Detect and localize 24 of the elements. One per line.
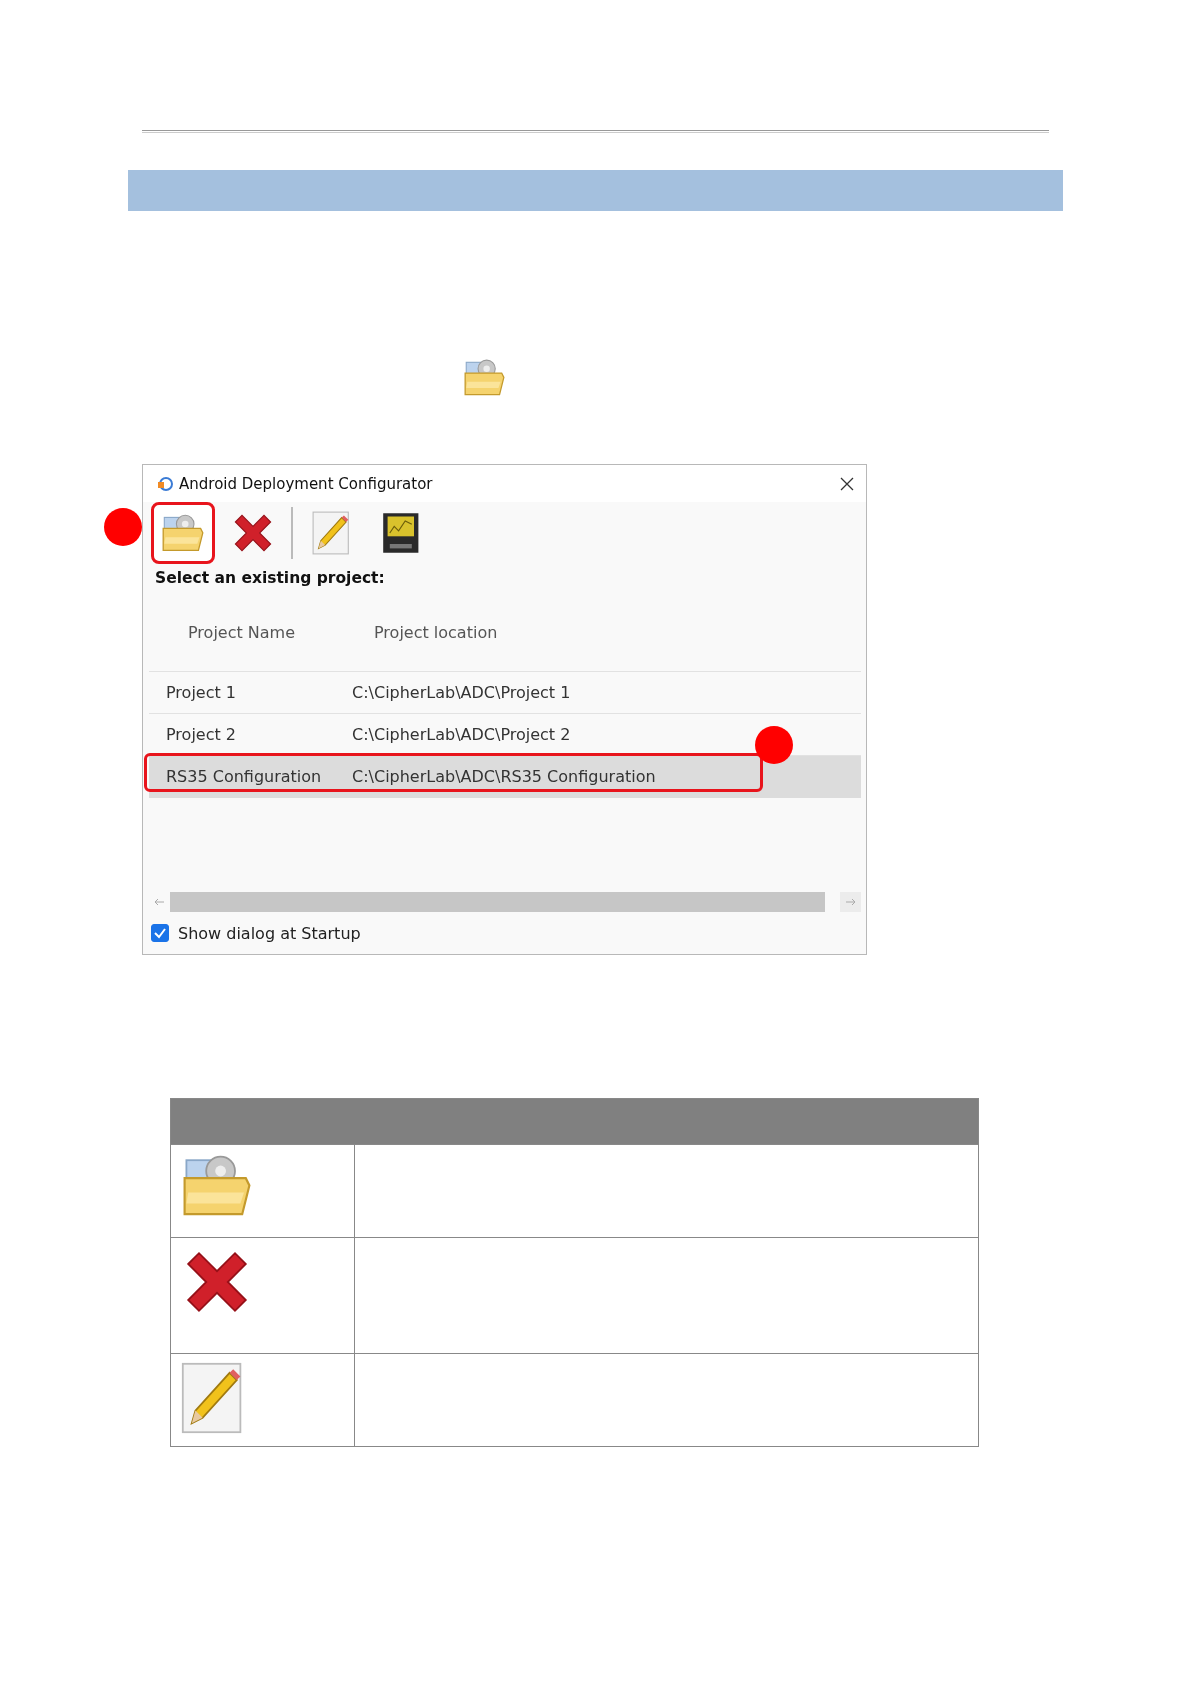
memory-card-icon [381,510,421,555]
project-name: RS35 Configuration [166,767,323,786]
callout-dot [104,507,142,546]
scrollbar-thumb[interactable] [170,892,825,912]
project-row[interactable]: RS35 Configuration C:\CipherLab\ADC\RS35 Configuration [149,756,861,798]
project-name: Project 2 [166,725,237,744]
folder-gear-icon [161,512,205,553]
prompt-label: Select an existing project: [154,568,386,589]
project-location: C:\CipherLab\ADC\Project 1 [352,683,571,702]
app-icon [157,475,173,492]
folder-gear-icon [181,1153,253,1218]
window-title: Android Deployment Configurator [179,474,434,493]
project-location: C:\CipherLab\ADC\RS35 Configuration [352,767,656,786]
project-name: Project 1 [166,683,237,702]
checkbox-label: Show dialog at Startup [178,923,361,943]
checkbox[interactable] [151,924,169,942]
pencil-paper-icon [312,510,350,555]
project-location: C:\CipherLab\ADC\Project 2 [352,725,571,744]
column-header[interactable]: Project location [374,622,498,642]
callout-dot [755,726,793,764]
folder-gear-icon [463,358,506,397]
column-header[interactable]: Project Name [188,622,374,642]
project-row[interactable]: Project 1 C:\CipherLab\ADC\Project 1 [149,672,861,714]
pencil-paper-icon [181,1362,243,1434]
